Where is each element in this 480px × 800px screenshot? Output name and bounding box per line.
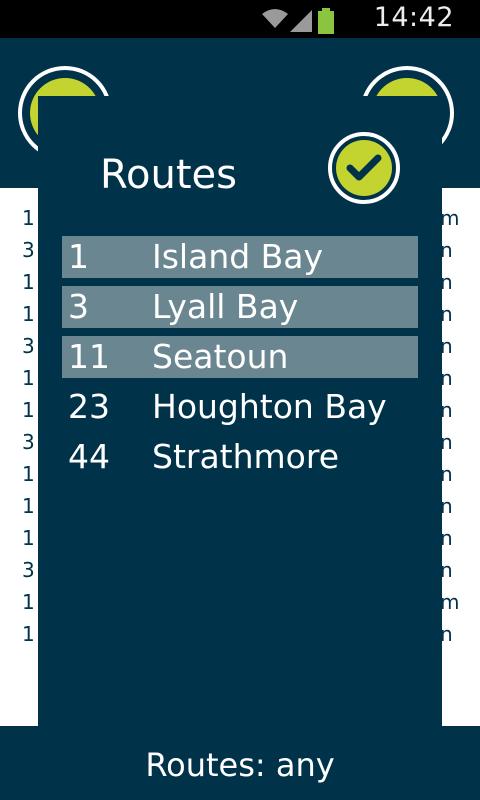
route-number: 23: [68, 387, 110, 426]
route-name: Lyall Bay: [152, 287, 299, 326]
bg-list-time: m: [440, 590, 460, 614]
dialog-title: Routes: [100, 152, 237, 198]
route-item[interactable]: 11 Seatoun: [62, 336, 418, 378]
bg-list-number: 3: [22, 238, 35, 262]
routes-dialog: Routes 1 Island Bay 3 Lyall Bay 11 Seato…: [38, 96, 442, 726]
bg-list-number: 1: [22, 462, 35, 486]
route-item[interactable]: 44 Strathmore: [62, 436, 418, 478]
status-icons: [262, 8, 352, 34]
bg-list-number: 1: [22, 622, 35, 646]
bg-list-number: 1: [22, 366, 35, 390]
route-number: 44: [68, 437, 110, 476]
route-list: 1 Island Bay 3 Lyall Bay 11 Seatoun 23 H…: [62, 236, 418, 486]
bg-list-number: 1: [22, 302, 35, 326]
bg-list-number: 1: [22, 398, 35, 422]
bg-list-number: 3: [22, 430, 35, 454]
route-item[interactable]: 3 Lyall Bay: [62, 286, 418, 328]
bg-list-number: 1: [22, 270, 35, 294]
route-name: Houghton Bay: [152, 387, 387, 426]
bg-list-number: 1: [22, 590, 35, 614]
routes-filter-footer[interactable]: Routes: any: [0, 726, 480, 800]
route-name: Island Bay: [152, 237, 324, 276]
status-bar: 14:42: [0, 0, 480, 38]
route-number: 1: [68, 237, 89, 276]
bg-list-number: 1: [22, 526, 35, 550]
routes-filter-label: Routes: any: [145, 746, 335, 784]
route-number: 11: [68, 337, 110, 376]
bg-list-number: 3: [22, 334, 35, 358]
signal-icon: [290, 10, 312, 36]
wifi-icon: [262, 8, 288, 34]
bg-list-number: 3: [22, 558, 35, 582]
bg-list-number: 1: [22, 494, 35, 518]
route-name: Seatoun: [152, 337, 289, 376]
route-item[interactable]: 23 Houghton Bay: [62, 386, 418, 428]
route-number: 3: [68, 287, 89, 326]
confirm-button[interactable]: [328, 132, 400, 204]
bg-list-number: 1: [22, 206, 35, 230]
checkmark-icon: [346, 154, 382, 181]
bg-list-time: m: [440, 206, 460, 230]
route-item[interactable]: 1 Island Bay: [62, 236, 418, 278]
battery-icon: [318, 8, 334, 38]
route-name: Strathmore: [152, 437, 340, 476]
status-clock: 14:42: [373, 2, 454, 33]
